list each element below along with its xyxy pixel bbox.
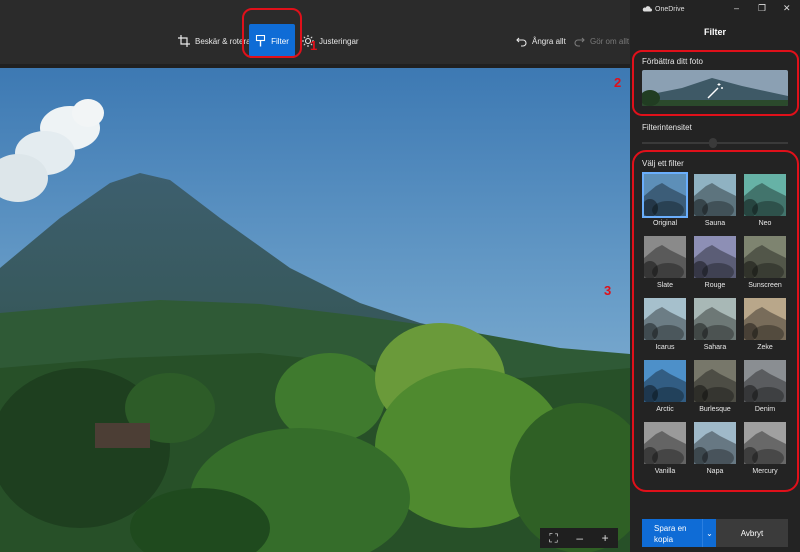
window-titlebar: OneDrive – ❐ ✕ <box>630 0 800 18</box>
annotation-box-filter <box>242 8 302 58</box>
redo-all-label: Gör om allt <box>590 36 630 46</box>
close-icon[interactable]: ✕ <box>783 3 791 14</box>
save-copy-label-line2: kopia <box>654 535 674 544</box>
zoom-out-button[interactable]: – <box>576 531 583 545</box>
intensity-slider-thumb[interactable] <box>709 138 717 148</box>
annotation-number-1: 1 <box>310 38 318 53</box>
app-name: OneDrive <box>655 5 685 13</box>
zoom-in-button[interactable]: + <box>602 531 609 545</box>
zoom-controls: ⛶ – + <box>540 528 618 548</box>
annotation-box-enhance <box>632 50 799 116</box>
annotation-number-3: 3 <box>604 283 612 298</box>
chevron-down-icon: ⌄ <box>706 528 713 538</box>
mountain-photo <box>0 68 630 552</box>
intensity-label: Filterintensitet <box>642 123 692 132</box>
undo-all-label: Ångra allt <box>532 36 566 46</box>
fit-screen-button[interactable]: ⛶ <box>549 531 557 546</box>
title-strip <box>0 0 630 18</box>
photo-canvas[interactable] <box>0 68 630 552</box>
redo-all-button[interactable]: Gör om allt <box>574 24 629 58</box>
adjustments-label: Justeringar <box>319 36 359 46</box>
crop-rotate-button[interactable]: Beskär & rotera <box>178 24 251 58</box>
photos-editor-window: Beskär & rotera Filter Justeringar Ångra… <box>0 0 800 552</box>
redo-icon <box>574 37 585 47</box>
crop-icon <box>178 35 190 47</box>
editor-area: Beskär & rotera Filter Justeringar Ångra… <box>0 0 630 552</box>
minimize-icon[interactable]: – <box>734 3 739 13</box>
annotation-number-2: 2 <box>614 75 622 90</box>
restore-icon[interactable]: ❐ <box>758 3 766 14</box>
save-copy-label-line1: Spara en <box>654 524 687 533</box>
onedrive-cloud-icon <box>642 6 652 12</box>
undo-icon <box>516 37 527 47</box>
annotation-box-filter-grid <box>632 150 799 492</box>
save-copy-button[interactable]: Spara en kopia <box>642 519 702 547</box>
panel-title: Filter <box>703 27 726 37</box>
undo-all-button[interactable]: Ångra allt <box>516 24 566 58</box>
save-options-dropdown[interactable]: ⌄ <box>702 519 716 547</box>
cancel-button[interactable]: Avbryt <box>716 519 788 547</box>
